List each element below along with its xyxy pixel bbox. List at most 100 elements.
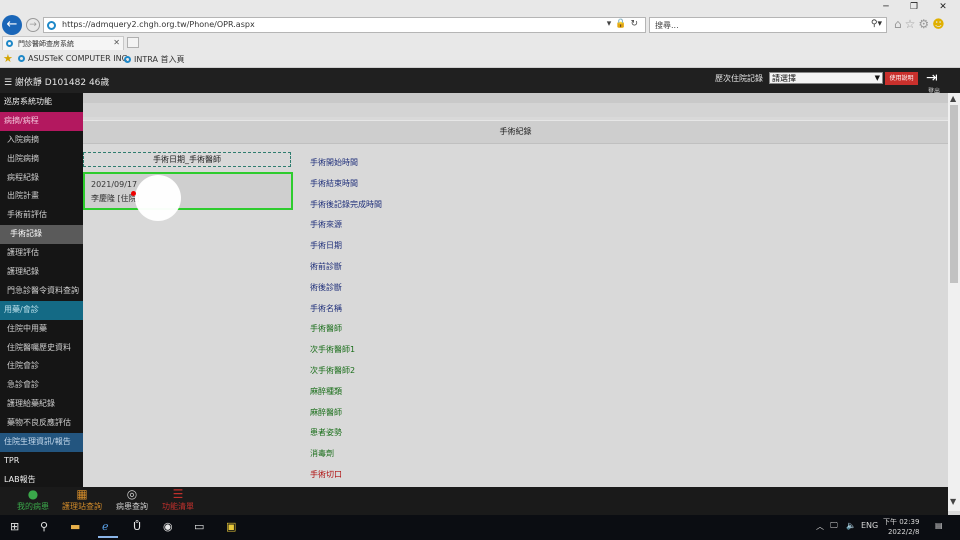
restore-icon[interactable]: ❐ [900,1,928,13]
favorite-asus[interactable]: ASUSTeK COMPUTER INC [18,54,127,63]
scroll-thumb[interactable] [950,105,958,283]
chevron-down-icon: ▼ [874,74,880,82]
search-input[interactable]: 搜尋... [655,20,679,31]
notification-icon[interactable]: ▤ [935,521,943,530]
sidebar-item-18[interactable]: 住院生理資訊/報告 [0,433,83,452]
calendar-icon: ▦ [76,487,88,501]
surgery-record-item[interactable]: 2021/09/17 李慶隆 [住院] [83,172,293,210]
favorite-asus-label: ASUSTeK COMPUTER INC [28,54,128,63]
smiley-icon[interactable]: ☻ [932,17,948,31]
tray-chevron-icon[interactable]: ︿ [816,521,824,532]
patient-info[interactable]: ☰ 謝依靜 D101482 46歲 [4,75,109,88]
sidebar-item-2[interactable]: 入院病摘 [0,131,83,150]
search-icon[interactable]: ⚲▾ [871,19,882,29]
surgery-field-label: 手術日期 [310,241,342,251]
address-url[interactable]: https://admquery2.chgh.org.tw/Phone/OPR.… [62,20,255,29]
sidebar-item-8[interactable]: 護理評估 [0,244,83,263]
clock-time: 下午 02:39 [883,518,920,526]
scroll-up-icon[interactable]: ▲ [950,94,956,103]
sidebar-item-6[interactable]: 手術前評估 [0,206,83,225]
search-box[interactable]: 搜尋... ⚲▾ [649,17,887,33]
bottom-nav-list[interactable]: ☰ 功能清單 [162,488,194,512]
person-icon: ● [27,487,39,501]
bottom-nav-label: 功能清單 [162,502,194,511]
browser-tools: ⌂☆⚙☻ [894,17,948,31]
bottom-nav-label: 病患查詢 [116,502,148,511]
forward-arrow-icon[interactable]: → [26,18,40,32]
app-u-icon[interactable]: Ů [133,520,141,533]
surgery-field-label: 次手術醫師2 [310,365,356,375]
sidebar-item-4[interactable]: 病程紀錄 [0,169,83,188]
sidebar-item-13[interactable]: 住院醫囑歷史資料 [0,339,83,358]
minimize-icon[interactable]: ─ [872,1,900,13]
language-indicator[interactable]: ENG [861,521,878,530]
sidebar-item-16[interactable]: 護理給藥紀錄 [0,395,83,414]
sidebar-item-15[interactable]: 急診會診 [0,376,83,395]
logout-icon[interactable]: ⇥ [926,70,938,86]
sidebar-item-3[interactable]: 出院病摘 [0,150,83,169]
bottom-nav-label: 護理站查詢 [62,502,102,511]
surgery-field-label: 手術醫師 [310,324,342,334]
sidebar-item-1[interactable]: 病摘/病程 [0,111,83,131]
surgery-field-list: 手術開始時間 手術結束時間 手術後記錄完成時間 手術來源 手術日期 術前診斷 術後診斷 手術名… [310,153,710,486]
chrome-icon[interactable]: ◉ [163,520,173,533]
new-tab-button[interactable] [127,37,139,48]
tab-title: 門診醫師查房系統 [18,40,74,48]
scroll-down-icon[interactable]: ▼ [950,497,956,506]
sidebar-item-0[interactable]: 巡房系統功能 [0,93,83,112]
bottom-nav-search[interactable]: ◎ 病患查詢 [116,488,148,512]
surgery-field-label: 次手術醫師1 [310,345,356,355]
history-select[interactable]: 請選擇 ▼ [769,72,883,84]
sidebar-item-5[interactable]: 出院計畫 [0,187,83,206]
back-arrow-icon[interactable]: ← [2,15,22,35]
surgery-field-label: 手術開始時間 [310,158,358,167]
history-select-value: 請選擇 [772,74,796,83]
internet-explorer-icon[interactable]: ℯ [98,520,117,538]
app-header: ☰ 謝依靜 D101482 46歲 歷次住院記錄 請選擇 ▼ 使用說明 ⇥ 登出 [0,68,960,95]
touch-cursor-highlight [135,175,181,221]
section-title: 手術紀錄 [499,127,532,136]
windows-start-icon[interactable]: ⊞ [10,520,19,533]
bottom-nav-calendar[interactable]: ▦ 護理站查詢 [62,488,102,512]
browser-tab[interactable]: 門診醫師查房系統 ✕ [2,36,124,50]
sidebar-item-7[interactable]: 手術記錄 [0,225,90,245]
sidebar-item-10[interactable]: 門急診醫令資料查詢 [0,282,83,301]
volume-icon[interactable]: 🔈 [846,521,856,530]
sidebar-item-12[interactable]: 住院中用藥 [0,320,83,339]
favorites-bar: ★ ASUSTeK COMPUTER INC INTRA 首入頁 [0,50,960,68]
sidebar-item-17[interactable]: 藥物不良反應評估 [0,414,83,433]
tab-favicon-icon [6,40,13,47]
sidebar-item-14[interactable]: 住院會診 [0,357,83,376]
surgery-field-label: 患者姿勢 [310,428,342,438]
address-bar[interactable]: https://admquery2.chgh.org.tw/Phone/OPR.… [43,17,646,33]
record-date: 2021/09/17 [91,180,138,189]
file-explorer-icon[interactable]: ▬ [70,520,80,533]
tab-row: 門診醫師查房系統 ✕ [0,36,960,50]
terminal-icon[interactable]: ▭ [194,520,204,533]
app-tile-icon[interactable]: ▣ [226,520,236,533]
home-icon[interactable]: ⌂ [894,17,905,31]
ie-favicon-icon [47,21,56,30]
network-icon[interactable]: 🖵 [830,521,838,531]
close-window-icon[interactable]: ✕ [929,1,957,13]
content-second-stripe [83,103,948,117]
gear-icon[interactable]: ⚙ [918,17,932,31]
vertical-scrollbar[interactable]: ▲ ▼ [948,93,960,511]
bottom-nav-person[interactable]: ● 我的病患 [17,488,49,512]
record-list-header: 手術日期_手術醫師 [83,152,291,167]
sidebar-item-9[interactable]: 護理紀錄 [0,263,83,282]
sidebar-item-11[interactable]: 用藥/會診 [0,300,83,320]
clock-date: 2022/2/8 [887,528,920,536]
search-icon: ◎ [126,487,138,501]
address-tools-icons[interactable]: ▾🔒↻ [607,19,642,29]
help-button[interactable]: 使用說明 [885,72,918,85]
sidebar-item-19[interactable]: TPR [0,452,83,471]
taskbar-clock[interactable]: 下午 02:39 2022/2/8 [883,517,919,537]
taskbar-search-icon[interactable]: ⚲ [40,520,48,533]
favorites-icon[interactable]: ★ [3,52,13,65]
favorites-star-icon[interactable]: ☆ [905,17,919,31]
favorite-intra[interactable]: INTRA 首入頁 [124,54,184,65]
favorite-intra-label: INTRA 首入頁 [134,55,185,64]
tab-close-icon[interactable]: ✕ [113,38,120,47]
surgery-field-label: 消毒劑 [310,449,334,459]
